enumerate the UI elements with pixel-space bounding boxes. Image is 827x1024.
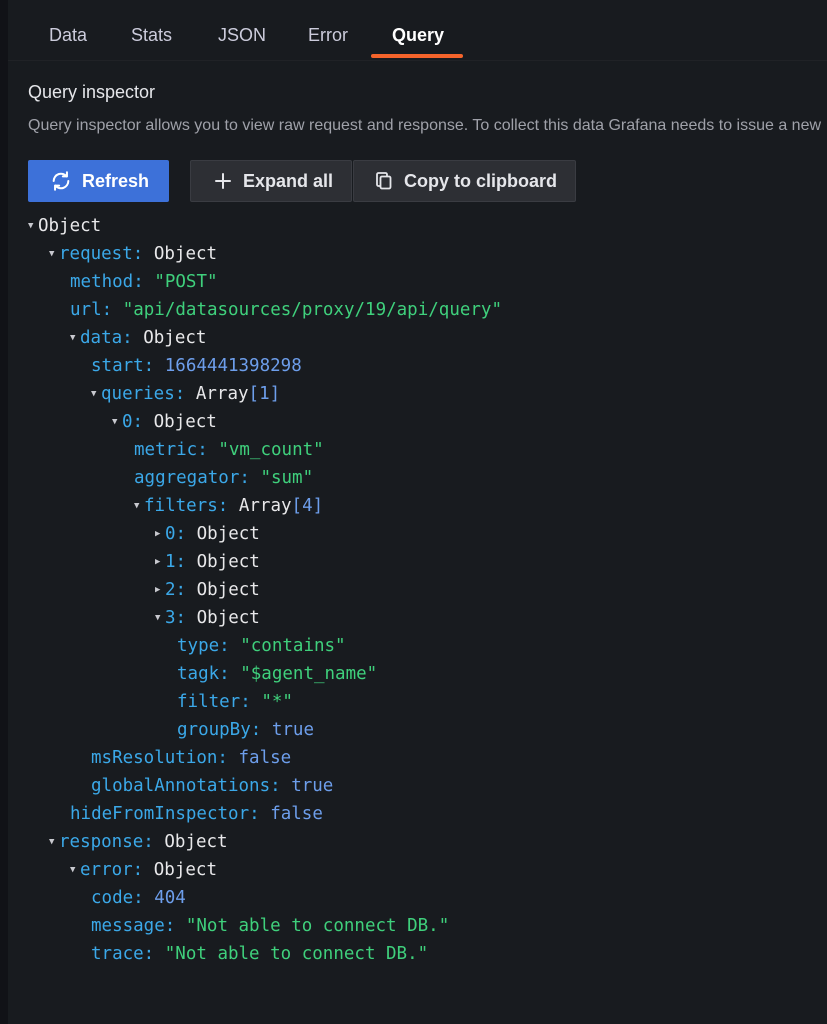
tree-leaf-message: message: "Not able to connect DB.": [91, 916, 450, 936]
tree-node-filter-1[interactable]: ▶ 1: Object: [155, 548, 260, 576]
plus-icon: [213, 171, 233, 191]
section-title: Query inspector: [28, 82, 156, 102]
expand-all-button[interactable]: Expand all: [190, 160, 352, 202]
section-description: Query inspector allows you to view raw r…: [28, 117, 822, 134]
tree-node-error[interactable]: ▼ error: Object: [70, 856, 217, 884]
left-edge: [0, 0, 8, 1024]
caret-down-icon[interactable]: ▼: [49, 240, 59, 268]
tree-node-root[interactable]: ▼ Object: [28, 212, 101, 240]
copy-button-label: Copy to clipboard: [404, 170, 557, 191]
tree-node-queries[interactable]: ▼ queries: Array[1]: [91, 380, 280, 408]
tab-data[interactable]: Data: [49, 0, 87, 60]
caret-right-icon[interactable]: ▶: [155, 520, 165, 548]
tree-leaf-metric: metric: "vm_count": [134, 440, 324, 460]
active-tab-indicator: [371, 54, 463, 58]
tree-leaf-url: url: "api/datasources/proxy/19/api/query…: [70, 300, 502, 320]
tree-leaf-code: code: 404: [91, 888, 186, 908]
caret-down-icon[interactable]: ▼: [49, 828, 59, 856]
tree-node-data[interactable]: ▼ data: Object: [70, 324, 206, 352]
sync-icon: [50, 170, 72, 192]
refresh-button[interactable]: Refresh: [28, 160, 169, 202]
tree-leaf-trace: trace: "Not able to connect DB.": [91, 944, 429, 964]
tab-query[interactable]: Query: [392, 0, 444, 60]
caret-down-icon[interactable]: ▼: [134, 492, 144, 520]
caret-down-icon[interactable]: ▼: [70, 856, 80, 884]
caret-down-icon[interactable]: ▼: [91, 380, 101, 408]
caret-right-icon[interactable]: ▶: [155, 576, 165, 604]
tree-node-filter-0[interactable]: ▶ 0: Object: [155, 520, 260, 548]
tree-leaf-hidefrominspector: hideFromInspector: false: [70, 804, 323, 824]
expand-all-button-label: Expand all: [243, 170, 334, 191]
tab-error[interactable]: Error: [308, 0, 348, 60]
tree-node-request[interactable]: ▼ request: Object: [49, 240, 217, 268]
tree-node-query-0[interactable]: ▼ 0: Object: [112, 408, 217, 436]
caret-right-icon[interactable]: ▶: [155, 548, 165, 576]
tree-leaf-aggregator: aggregator: "sum": [134, 468, 314, 488]
tree-leaf-start: start: 1664441398298: [91, 356, 302, 376]
tree-leaf-method: method: "POST": [70, 272, 218, 292]
copy-to-clipboard-button[interactable]: Copy to clipboard: [353, 160, 576, 202]
tree-leaf-globalannotations: globalAnnotations: true: [91, 776, 334, 796]
caret-down-icon[interactable]: ▼: [112, 408, 122, 436]
caret-down-icon[interactable]: ▼: [28, 212, 38, 240]
tree-leaf-groupby: groupBy: true: [177, 720, 314, 740]
tree-leaf-filter: filter: "*": [177, 692, 293, 712]
tab-bar: Data Stats JSON Error Query: [8, 0, 827, 61]
tree-node-filters[interactable]: ▼ filters: Array[4]: [134, 492, 323, 520]
refresh-button-label: Refresh: [82, 170, 150, 191]
tab-stats[interactable]: Stats: [131, 0, 172, 60]
tree-leaf-msresolution: msResolution: false: [91, 748, 292, 768]
copy-icon: [374, 171, 394, 191]
tab-json[interactable]: JSON: [218, 0, 266, 60]
caret-down-icon[interactable]: ▼: [70, 324, 80, 352]
caret-down-icon[interactable]: ▼: [155, 604, 165, 632]
tree-node-filter-2[interactable]: ▶ 2: Object: [155, 576, 260, 604]
tree-node-response[interactable]: ▼ response: Object: [49, 828, 228, 856]
tree-node-filter-3[interactable]: ▼ 3: Object: [155, 604, 260, 632]
tree-leaf-tagk: tagk: "$agent_name": [177, 664, 378, 684]
tree-leaf-type: type: "contains": [177, 636, 346, 656]
